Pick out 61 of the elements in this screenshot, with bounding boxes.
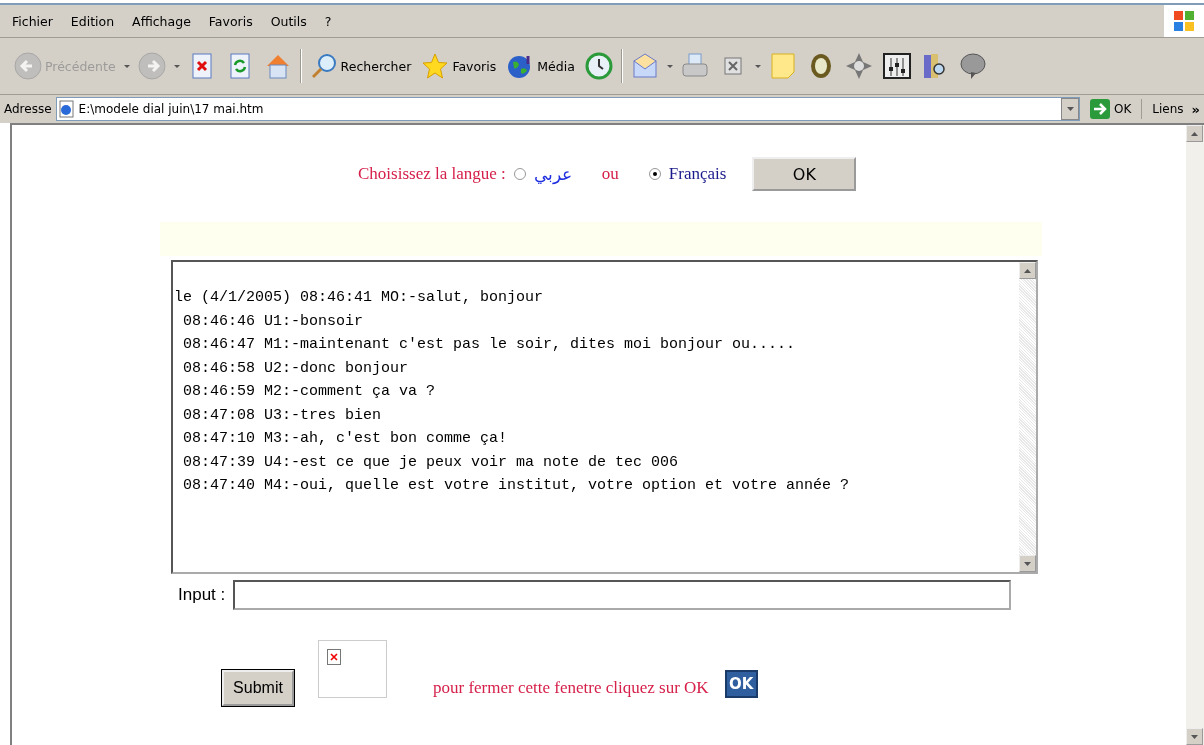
menu-item[interactable]: ? (315, 13, 341, 29)
chat-line: 08:46:46 U1:-bonsoir (182, 311, 365, 332)
chat-line: 08:46:58 U2:-donc bonjour (182, 358, 410, 379)
chat-line: 08:47:10 M3:-ah, c'est bon comme ça! (182, 429, 509, 449)
page-icon (58, 100, 75, 118)
chat-line: 08:46:59 M2:-comment ça va ? (182, 382, 437, 402)
radio-button[interactable] (648, 168, 661, 180)
or-label: ou (601, 164, 619, 184)
scrollbar[interactable] (1019, 262, 1036, 572)
menu-item[interactable]: Favoris (199, 13, 262, 29)
page-scrollbar[interactable] (1186, 125, 1204, 745)
caret-icon (173, 64, 180, 68)
menu-item[interactable]: Outils (261, 13, 316, 29)
ok-image-button[interactable]: OK (724, 670, 758, 698)
chat-line: 08:47:08 U3:-tres bien (182, 405, 383, 426)
address-field[interactable]: E:\modele dial juin\17 mai.htm (55, 97, 1080, 121)
envelope-icon (630, 52, 659, 80)
caret-icon (754, 64, 761, 68)
printer-icon (680, 52, 709, 80)
language-prompt: Choisissez la langue : (358, 164, 506, 184)
chat-line: 08:47:40 M4:-oui, quelle est votre institut, votre option et votre année ? (182, 476, 851, 496)
more-chevron[interactable]: » (1187, 101, 1204, 117)
submit-button[interactable]: Submit (222, 670, 294, 706)
clock-icon (584, 52, 613, 80)
media-button[interactable]: Média (504, 48, 577, 84)
ok-button[interactable]: OK (752, 157, 857, 191)
chat-line: 08:47:39 U4:-est ce que je peux voir ma note de tec 006 (182, 452, 680, 473)
broken-image-icon (327, 649, 341, 665)
caret-icon (123, 64, 130, 68)
down-arrow-icon (1024, 561, 1031, 566)
dropdown-button[interactable] (1061, 98, 1079, 120)
menu-item[interactable]: Affichage (123, 13, 200, 29)
input-label: Input : (178, 585, 226, 605)
radio-button[interactable] (513, 168, 526, 180)
chat-line: 08:46:47 M1:-maintenant c'est pas le soir, dites moi bonjour ou..... (182, 335, 797, 355)
links-label[interactable]: Liens (1146, 102, 1184, 116)
address-label: Adresse (4, 102, 52, 116)
language-option: Français (668, 164, 727, 184)
input-field[interactable] (233, 580, 1012, 610)
star-icon (421, 52, 450, 80)
language-option: عربي (533, 163, 572, 185)
down-arrow-icon (1066, 107, 1074, 111)
windows-logo-icon (1173, 10, 1195, 32)
chat-line: le (4/1/2005) 08:46:41 MO:-salut, bonjour (174, 288, 545, 308)
menu-item[interactable]: Fichier (0, 13, 62, 29)
speech-bubble-icon (958, 52, 987, 80)
caret-icon (666, 64, 673, 68)
search-icon (309, 52, 338, 80)
gear-icon (844, 52, 873, 80)
menu-item[interactable]: Edition (61, 13, 124, 29)
up-arrow-icon (1191, 131, 1198, 136)
chat-log[interactable] (171, 260, 1038, 574)
note-icon (768, 52, 797, 80)
close-instruction: pour fermer cette fenetre cliquez sur OK (433, 678, 709, 698)
up-arrow-icon (1024, 268, 1031, 273)
go-arrow-icon (1090, 99, 1110, 119)
search-button[interactable]: Rechercher (307, 48, 414, 84)
mixer-icon (882, 52, 911, 80)
go-button[interactable]: OK (1084, 99, 1143, 119)
down-arrow-icon (1191, 734, 1198, 739)
favorites-button[interactable]: Favoris (419, 48, 499, 84)
